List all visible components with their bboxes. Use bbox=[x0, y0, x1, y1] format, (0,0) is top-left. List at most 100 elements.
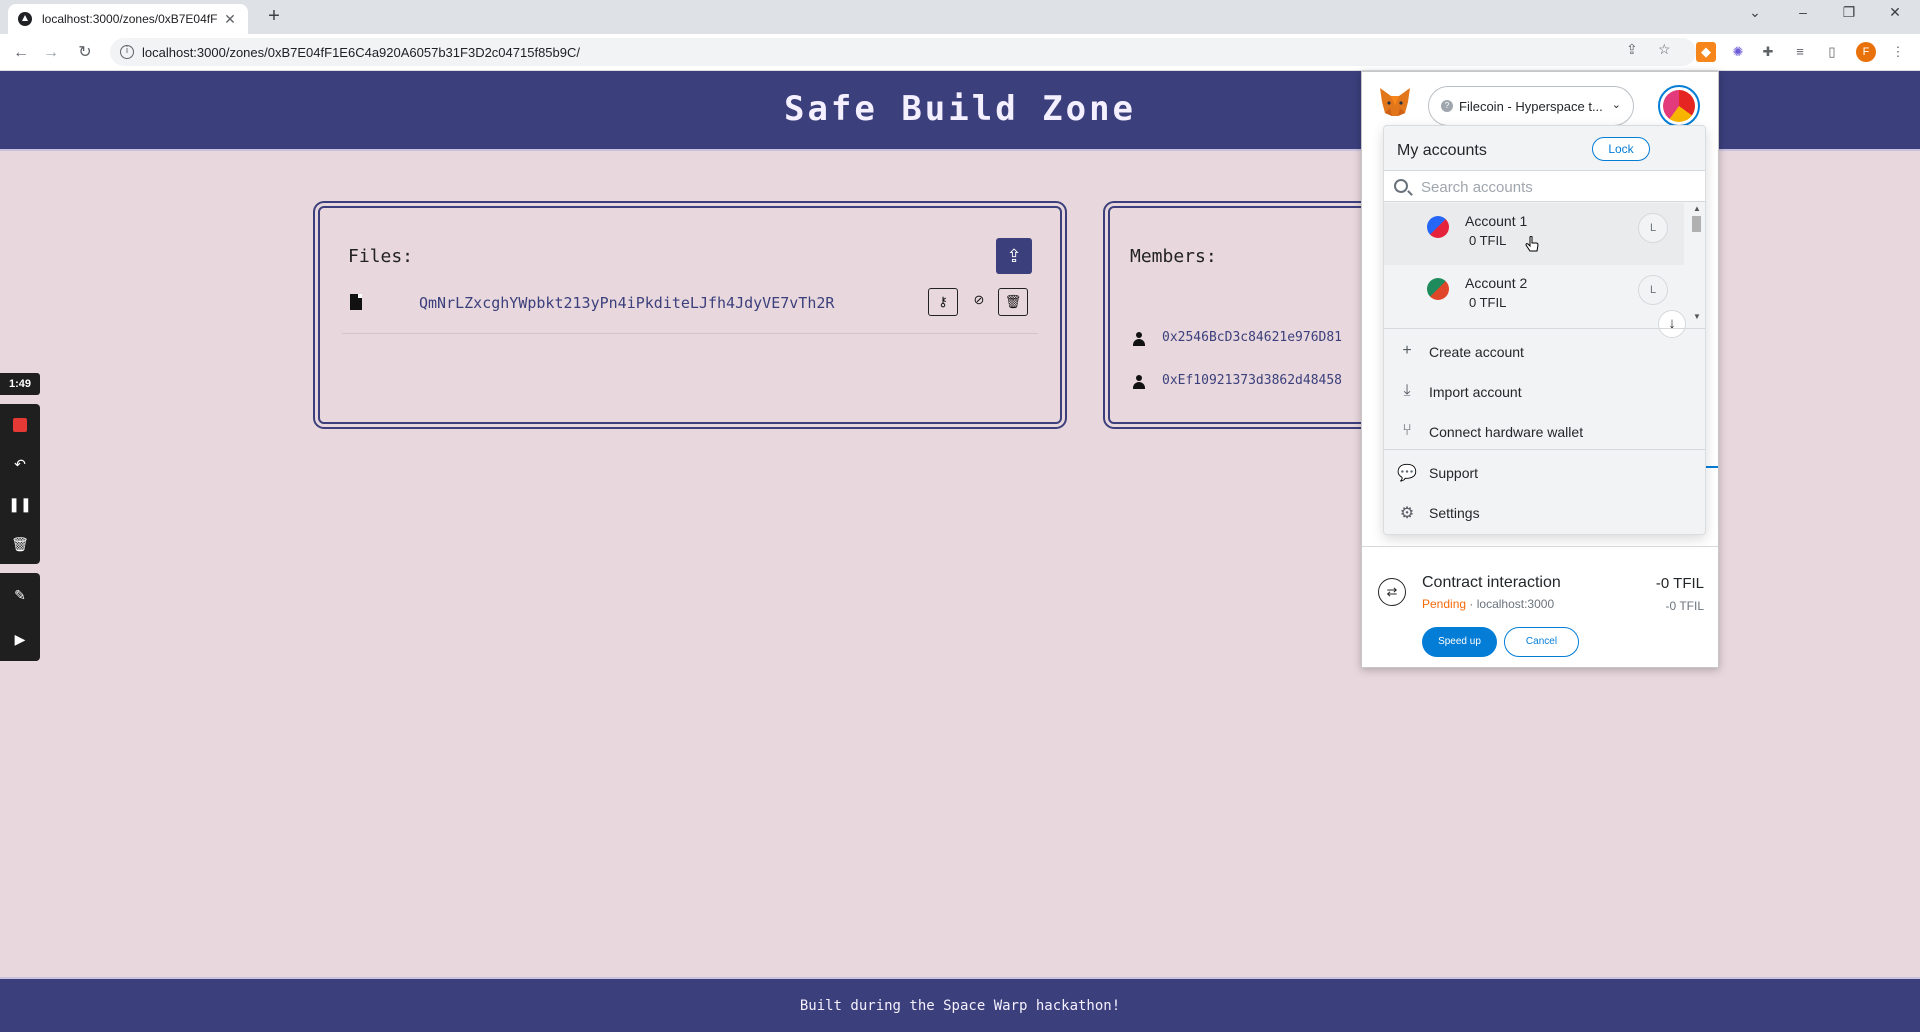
contract-interaction-icon: ⇄ bbox=[1378, 578, 1406, 606]
browser-tab-strip: localhost:3000/zones/0xB7E04fF ✕ + ⌄ – ❐… bbox=[0, 0, 1920, 34]
metamask-fox-icon bbox=[1380, 88, 1410, 116]
tx-secondary-amount: -0 TFIL bbox=[1665, 599, 1704, 613]
metamask-popup: ? Filecoin - Hyperspace t... ⌄ My accoun… bbox=[1361, 71, 1719, 668]
tx-status-label: Pending bbox=[1422, 597, 1467, 611]
browser-menu-icon[interactable]: ⋮ bbox=[1888, 42, 1908, 62]
tab-title: localhost:3000/zones/0xB7E04fF bbox=[42, 12, 218, 26]
pause-icon[interactable]: ❚❚ bbox=[0, 484, 40, 524]
person-icon bbox=[1132, 375, 1146, 389]
menu-divider bbox=[1384, 449, 1705, 450]
recorder-tools: ✎ ▶ bbox=[0, 573, 40, 661]
recorder-controls: ↶ ❚❚ 🗑 bbox=[0, 404, 40, 564]
stop-recording-button[interactable] bbox=[0, 404, 40, 444]
site-footer: Built during the Space Warp hackathon! bbox=[0, 977, 1920, 1032]
restore-icon[interactable]: ❐ bbox=[1826, 4, 1872, 21]
import-account-item[interactable]: ⤓ Import account bbox=[1384, 372, 1705, 412]
network-selector[interactable]: ? Filecoin - Hyperspace t... ⌄ bbox=[1428, 86, 1634, 126]
tab-indicator bbox=[1704, 466, 1718, 468]
media-control-icon[interactable]: ≡ bbox=[1790, 42, 1810, 62]
files-card: Files: ⇪ QmNrLZxcghYWpbkt213yPn4iPkditeL… bbox=[318, 206, 1062, 424]
members-heading: Members: bbox=[1130, 246, 1217, 267]
scroll-thumb[interactable] bbox=[1692, 216, 1701, 232]
forward-icon[interactable]: → bbox=[40, 42, 62, 64]
recording-timer: 1:49 bbox=[0, 373, 40, 395]
account-list-scrollbar[interactable]: ▲ ▼ bbox=[1689, 204, 1703, 322]
network-help-icon: ? bbox=[1441, 100, 1453, 112]
scroll-down-icon[interactable]: ▼ bbox=[1693, 312, 1701, 321]
member-address: 0x2546BcD3c84621e976D81 bbox=[1162, 330, 1343, 345]
file-cid[interactable]: QmNrLZxcghYWpbkt213yPn4iPkditeLJfh4JdyVE… bbox=[419, 294, 834, 312]
url-text: localhost:3000/zones/0xB7E04fF1E6C4a920A… bbox=[142, 44, 580, 60]
extensions-puzzle-icon[interactable]: ✚ bbox=[1758, 42, 1778, 62]
tx-status: Pending · localhost:3000 bbox=[1422, 597, 1555, 611]
side-panel-icon[interactable]: ▯ bbox=[1822, 42, 1842, 62]
window-controls: ⌄ bbox=[1732, 4, 1778, 21]
search-icon bbox=[1394, 179, 1408, 193]
settings-label: Settings bbox=[1429, 505, 1480, 521]
back-icon[interactable]: ← bbox=[10, 42, 32, 64]
create-account-item[interactable]: + Create account bbox=[1384, 332, 1705, 372]
account-menu: My accounts Lock Account 1 0 TFIL L Acco… bbox=[1383, 125, 1706, 535]
members-card: Members: 0x2546BcD3c84621e976D81 0xEf109… bbox=[1108, 206, 1368, 424]
bookmark-star-icon[interactable]: ☆ bbox=[1658, 41, 1671, 58]
chat-bubbles-icon: 💬 bbox=[1397, 465, 1417, 482]
import-account-label: Import account bbox=[1429, 384, 1522, 400]
tx-origin: localhost:3000 bbox=[1476, 597, 1555, 611]
profile-avatar[interactable]: F bbox=[1856, 42, 1876, 62]
extension-gear-icon[interactable]: ✺ bbox=[1728, 42, 1748, 62]
minimize-icon[interactable]: – bbox=[1780, 4, 1826, 21]
files-heading: Files: bbox=[348, 246, 414, 267]
close-window-icon[interactable]: ✕ bbox=[1872, 4, 1918, 21]
tx-title: Contract interaction bbox=[1422, 574, 1561, 591]
tab-search-icon[interactable]: ⌄ bbox=[1732, 4, 1778, 21]
cancel-button[interactable]: Cancel bbox=[1504, 627, 1579, 657]
account-name: Account 2 bbox=[1465, 275, 1528, 291]
browser-toolbar: ← → ↻ i localhost:3000/zones/0xB7E04fF1E… bbox=[0, 34, 1920, 71]
account-avatar[interactable] bbox=[1658, 85, 1700, 127]
usb-icon: ⑂ bbox=[1402, 422, 1412, 439]
account-name: Account 1 bbox=[1465, 213, 1528, 229]
scroll-up-icon[interactable]: ▲ bbox=[1693, 204, 1701, 213]
menu-divider bbox=[1384, 328, 1705, 329]
tab-close-icon[interactable]: ✕ bbox=[222, 11, 238, 28]
speed-up-button[interactable]: Speed up bbox=[1422, 627, 1497, 657]
settings-item[interactable]: ⚙ Settings bbox=[1384, 493, 1705, 533]
window-buttons: – ❐ ✕ bbox=[1780, 4, 1918, 21]
account-search bbox=[1384, 170, 1705, 202]
undo-icon[interactable]: ↶ bbox=[0, 444, 40, 484]
lock-button[interactable]: Lock bbox=[1592, 137, 1650, 161]
account-item-2[interactable]: Account 2 0 TFIL L bbox=[1384, 265, 1684, 327]
upload-file-button[interactable]: ⇪ bbox=[996, 238, 1032, 274]
site-info-icon[interactable]: i bbox=[120, 45, 134, 59]
search-accounts-input[interactable] bbox=[1421, 176, 1691, 198]
browser-tab[interactable]: localhost:3000/zones/0xB7E04fF ✕ bbox=[8, 4, 248, 34]
discard-trash-icon[interactable]: 🗑 bbox=[0, 524, 40, 564]
site-favicon-icon bbox=[18, 12, 32, 26]
hide-eye-icon[interactable]: ⊘ bbox=[969, 292, 989, 308]
hand-cursor-icon bbox=[1525, 236, 1539, 252]
key-button[interactable]: ⚷ bbox=[928, 288, 958, 316]
metamask-extension-icon[interactable]: ◆ bbox=[1696, 42, 1716, 62]
tx-amount: -0 TFIL bbox=[1655, 575, 1704, 592]
gear-icon: ⚙ bbox=[1399, 505, 1415, 522]
plus-icon: + bbox=[1402, 342, 1412, 359]
my-accounts-title: My accounts bbox=[1397, 142, 1487, 159]
delete-button[interactable]: 🗑 bbox=[998, 288, 1028, 316]
footer-text: Built during the Space Warp hackathon! bbox=[799, 998, 1121, 1014]
create-account-label: Create account bbox=[1429, 344, 1524, 360]
camera-icon[interactable]: ▶ bbox=[0, 617, 40, 661]
file-row: QmNrLZxcghYWpbkt213yPn4iPkditeLJfh4JdyVE… bbox=[342, 278, 1038, 334]
keyring-badge: L bbox=[1638, 275, 1668, 305]
support-item[interactable]: 💬 Support bbox=[1384, 453, 1705, 493]
account-balance: 0 TFIL bbox=[1469, 233, 1507, 248]
connect-hardware-item[interactable]: ⑂ Connect hardware wallet bbox=[1384, 412, 1705, 452]
share-icon[interactable]: ⇪ bbox=[1626, 41, 1638, 58]
address-bar[interactable]: i localhost:3000/zones/0xB7E04fF1E6C4a92… bbox=[110, 38, 1696, 66]
download-icon: ⤓ bbox=[1403, 382, 1411, 399]
member-address: 0xEf10921373d3862d48458 bbox=[1162, 373, 1343, 388]
keyring-badge: L bbox=[1638, 213, 1668, 243]
account-balance: 0 TFIL bbox=[1469, 295, 1507, 310]
new-tab-button[interactable]: + bbox=[262, 5, 286, 28]
pen-icon[interactable]: ✎ bbox=[0, 573, 40, 617]
reload-icon[interactable]: ↻ bbox=[74, 42, 96, 64]
